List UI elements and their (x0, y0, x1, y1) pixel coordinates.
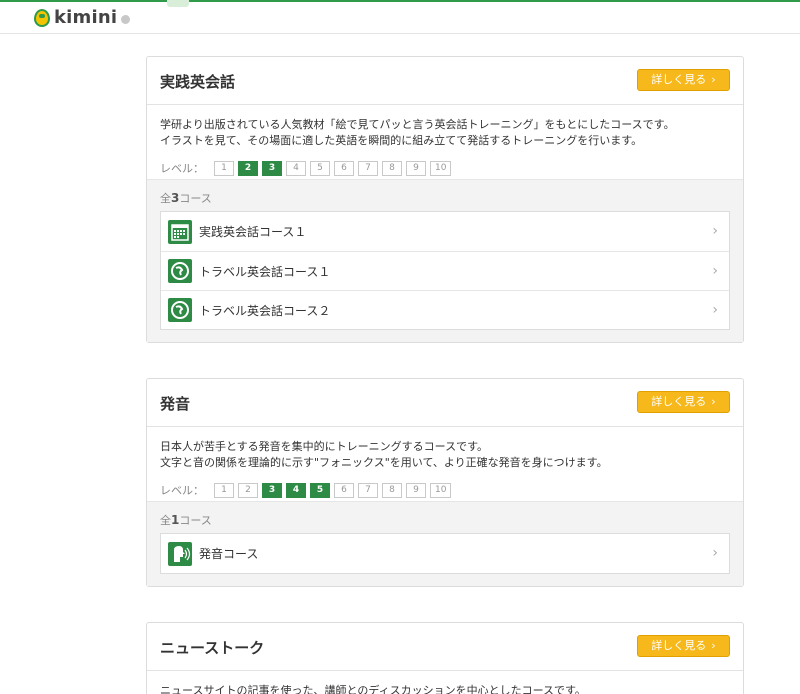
description-line: 文字と音の関係を理論的に示す"フォニックス"を用いて、より正確な発音を身につけま… (160, 456, 608, 469)
level-box-7: 7 (358, 160, 378, 176)
card-description: 学研より出版されている人気教材「絵で見てパッと言う英会話トレーニング」をもとにし… (147, 105, 743, 149)
level-box-10: 10 (430, 160, 452, 176)
course-item[interactable]: 実践英会話コース１ › (161, 212, 729, 251)
course-card-newstalk: ニューストーク 詳しく見る › ニュースサイトの記事を使った、講師とのディスカッシ… (146, 622, 744, 694)
course-card-jissen: 実践英会話 詳しく見る › 学研より出版されている人気教材「絵で見てパッと言う英会… (146, 56, 744, 343)
speaking-head-icon (168, 541, 192, 566)
nav-tab-indicator[interactable] (167, 0, 189, 7)
level-box-6: 6 (334, 482, 354, 498)
description-line: 日本人が苦手とする発音を集中的にトレーニングするコースです。 (160, 440, 489, 453)
description-line: イラストを見て、その場面に適した英語を瞬間的に組み立てて発話するトレーニングを行… (160, 134, 643, 147)
course-count: 全3コース (160, 190, 730, 206)
level-box-9: 9 (406, 160, 426, 176)
card-title: ニューストーク (160, 639, 265, 657)
level-box-5: 5 (310, 160, 330, 176)
level-box-2: 2 (238, 160, 258, 176)
card-header: ニューストーク 詳しく見る › (147, 623, 743, 671)
description-line: ニュースサイトの記事を使った、講師とのディスカッションを中心としたコースです。 (160, 684, 586, 694)
level-box-9: 9 (406, 482, 426, 498)
level-indicator: レベル： 1 2 3 4 5 6 7 8 9 10 (147, 149, 743, 179)
details-button-label: 詳しく見る (651, 395, 707, 408)
level-box-1: 1 (214, 160, 234, 176)
level-box-3: 3 (262, 160, 282, 176)
course-name: トラベル英会話コース２ (199, 303, 331, 318)
chevron-right-icon: › (711, 639, 716, 652)
logo-text: kimini (54, 7, 118, 28)
level-box-6: 6 (334, 160, 354, 176)
count-suffix: コース (179, 192, 212, 205)
chevron-right-icon: › (711, 73, 716, 86)
count-suffix: コース (179, 514, 212, 527)
level-box-10: 10 (430, 482, 452, 498)
details-button-label: 詳しく見る (651, 639, 707, 652)
card-title: 実践英会話 (160, 73, 236, 91)
level-box-7: 7 (358, 482, 378, 498)
course-area: 全1コース 発音コース › (147, 501, 743, 586)
level-box-1: 1 (214, 482, 234, 498)
chevron-right-icon: › (712, 545, 718, 561)
card-header: 発音 詳しく見る › (147, 379, 743, 427)
level-box-4: 4 (286, 160, 306, 176)
description-line: 学研より出版されている人気教材「絵で見てパッと言う英会話トレーニング」をもとにし… (160, 118, 675, 131)
card-description: 日本人が苦手とする発音を集中的にトレーニングするコースです。 文字と音の関係を理… (147, 427, 743, 471)
course-list: 発音コース › (160, 533, 730, 574)
kimini-logo[interactable]: kimini (34, 7, 117, 28)
course-list: 実践英会話コース１ › トラベル英会話コース１ › トラベル英会話コース２ › (160, 211, 730, 330)
level-box-4: 4 (286, 482, 306, 498)
details-button[interactable]: 詳しく見る › (637, 69, 730, 91)
chevron-right-icon: › (712, 302, 718, 318)
details-button[interactable]: 詳しく見る › (637, 391, 730, 413)
course-count: 全1コース (160, 512, 730, 528)
level-label: レベル： (160, 484, 204, 497)
details-button-label: 詳しく見る (651, 73, 707, 86)
course-name: 発音コース (199, 547, 259, 561)
level-box-8: 8 (382, 160, 402, 176)
count-prefix: 全 (160, 192, 171, 205)
level-box-2: 2 (238, 482, 258, 498)
count-prefix: 全 (160, 514, 171, 527)
course-name: トラベル英会話コース１ (199, 264, 331, 279)
travel-globe-icon (168, 259, 192, 283)
course-name: 実践英会話コース１ (199, 225, 307, 239)
level-box-5: 5 (310, 482, 330, 498)
level-box-3: 3 (262, 482, 282, 498)
course-card-pronunciation: 発音 詳しく見る › 日本人が苦手とする発音を集中的にトレーニングするコースです。… (146, 378, 744, 587)
chevron-right-icon: › (712, 223, 718, 239)
chevron-right-icon: › (711, 395, 716, 408)
course-area: 全3コース 実践英会話コース１ › トラベル英会話コース１ › トラベル英会話コ… (147, 179, 743, 342)
top-navigation-bar: kimini (0, 0, 800, 34)
logo-icon (34, 8, 50, 27)
level-box-8: 8 (382, 482, 402, 498)
level-indicator: レベル： 1 2 3 4 5 6 7 8 9 10 (147, 471, 743, 501)
travel-globe-icon (168, 298, 192, 322)
notification-dot-icon[interactable] (121, 15, 130, 24)
course-item[interactable]: トラベル英会話コース２ › (161, 290, 729, 329)
chevron-right-icon: › (712, 263, 718, 279)
details-button[interactable]: 詳しく見る › (637, 635, 730, 657)
card-description: ニュースサイトの記事を使った、講師とのディスカッションを中心としたコースです。 (147, 671, 743, 694)
card-title: 発音 (160, 395, 191, 413)
course-item[interactable]: 発音コース › (161, 534, 729, 573)
course-item[interactable]: トラベル英会話コース１ › (161, 251, 729, 290)
card-header: 実践英会話 詳しく見る › (147, 57, 743, 105)
calendar-grid-icon (168, 219, 192, 244)
level-label: レベル： (160, 162, 204, 175)
